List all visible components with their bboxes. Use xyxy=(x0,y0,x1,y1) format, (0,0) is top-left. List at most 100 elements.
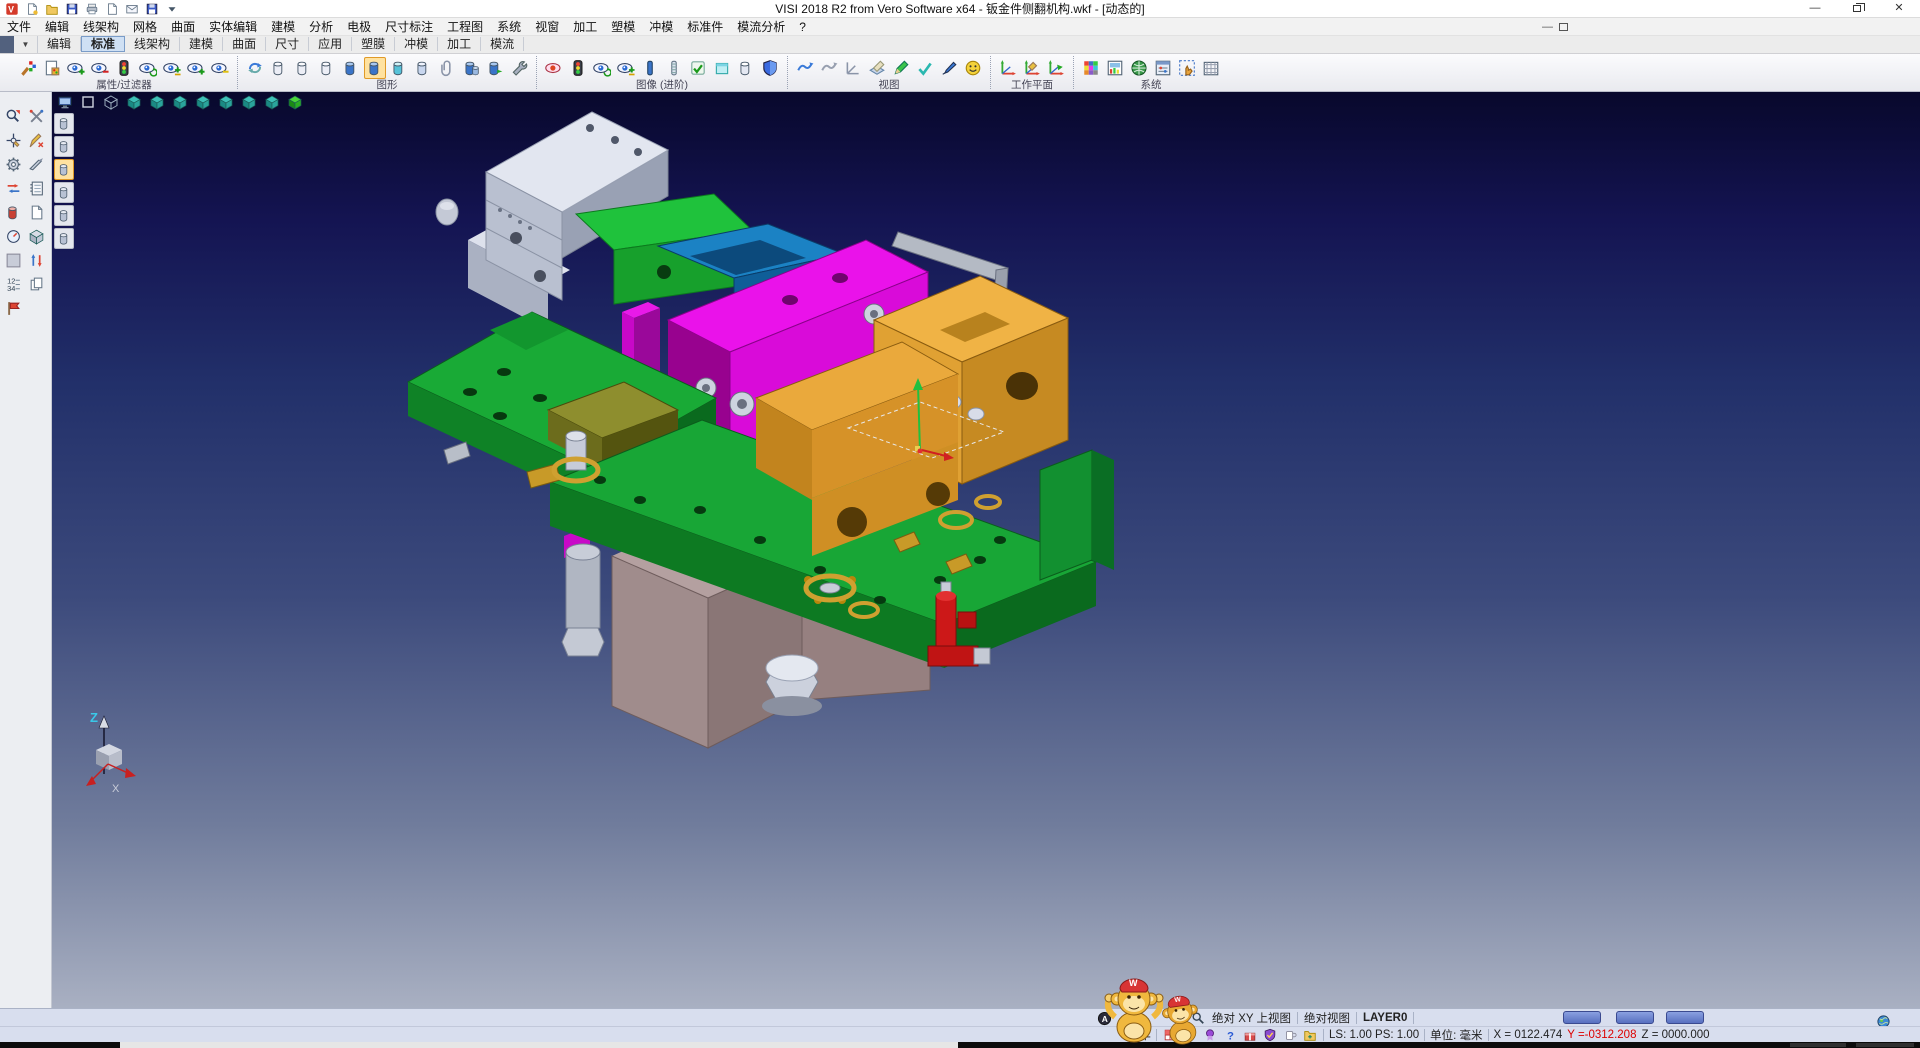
tab-尺寸[interactable]: 尺寸 xyxy=(266,37,309,51)
plane-ruler-icon[interactable] xyxy=(866,57,888,79)
arrows-ud-icon[interactable] xyxy=(26,250,47,271)
cylinder-outline-icon[interactable] xyxy=(268,57,290,79)
menu-item-电极[interactable]: 电极 xyxy=(340,18,378,36)
gauge-blue-icon[interactable] xyxy=(3,226,24,247)
paperclip-icon[interactable] xyxy=(436,57,458,79)
view-mode-label[interactable]: 绝对 XY 上视图 xyxy=(1212,1010,1291,1026)
restore-button[interactable] xyxy=(1836,0,1878,18)
eye-plus-icon[interactable] xyxy=(65,57,87,79)
triad-move-icon[interactable] xyxy=(1045,57,1067,79)
absolute-view-label[interactable]: 绝对视图 xyxy=(1304,1010,1350,1026)
tab-曲面[interactable]: 曲面 xyxy=(223,37,266,51)
color-palette-icon[interactable] xyxy=(1080,57,1102,79)
folder-plus-icon[interactable] xyxy=(1302,1027,1318,1043)
menu-item-冲模[interactable]: 冲模 xyxy=(642,18,680,36)
notebook-icon[interactable] xyxy=(26,178,47,199)
page-palette-icon[interactable] xyxy=(41,57,63,79)
cylinder-pair-icon[interactable] xyxy=(460,57,482,79)
box-cyan-icon[interactable] xyxy=(711,57,733,79)
tab-建模[interactable]: 建模 xyxy=(180,37,223,51)
menu-item-塑模[interactable]: 塑模 xyxy=(604,18,642,36)
desktop-pet-monkey-2[interactable]: W xyxy=(1152,990,1210,1048)
cube-teal-icon[interactable] xyxy=(192,93,213,111)
app-logo-icon[interactable]: V xyxy=(4,1,20,17)
disk-save-icon[interactable] xyxy=(64,1,80,17)
menu-item-视窗[interactable]: 视窗 xyxy=(528,18,566,36)
copy-pages-icon[interactable] xyxy=(26,274,47,295)
menu-item-模流分析[interactable]: 模流分析 xyxy=(730,18,792,36)
axes-gray-icon[interactable] xyxy=(842,57,864,79)
refresh-blue-icon[interactable] xyxy=(244,57,266,79)
mug-white-icon[interactable] xyxy=(1282,1027,1298,1043)
wave-gray-icon[interactable] xyxy=(818,57,840,79)
cube-teal-icon[interactable] xyxy=(238,93,259,111)
taskbar-window-strip[interactable] xyxy=(120,1042,958,1048)
cube-teal-icon[interactable] xyxy=(169,93,190,111)
eye-refresh-icon[interactable] xyxy=(137,57,159,79)
eye-plus-icon[interactable] xyxy=(185,57,207,79)
magnifier-arrow-icon[interactable] xyxy=(3,106,24,127)
image-chart-icon[interactable] xyxy=(1104,57,1126,79)
taskbar-tray-segment[interactable] xyxy=(1790,1043,1846,1047)
cube-wire-icon[interactable] xyxy=(100,93,121,111)
menu-item-建模[interactable]: 建模 xyxy=(264,18,302,36)
crosshair-pencil-icon[interactable] xyxy=(3,130,24,151)
cylinder-outline-icon[interactable] xyxy=(292,57,314,79)
cad-model-3d[interactable]: Z X xyxy=(52,92,1920,1008)
cube-teal-icon[interactable] xyxy=(261,93,282,111)
traffic-light-icon[interactable] xyxy=(113,57,135,79)
cube-teal-icon[interactable] xyxy=(146,93,167,111)
palette-brush-icon[interactable] xyxy=(17,57,39,79)
tab-标准[interactable]: 标准 xyxy=(81,36,125,52)
tab-塑膜[interactable]: 塑膜 xyxy=(352,37,395,51)
cylinder-cyan-icon[interactable] xyxy=(388,57,410,79)
cylinder-export-icon[interactable] xyxy=(484,57,506,79)
page-white-icon[interactable] xyxy=(104,1,120,17)
box-gray-icon[interactable] xyxy=(26,226,47,247)
status-blue-button-2[interactable] xyxy=(1616,1011,1654,1024)
menu-item-系统[interactable]: 系统 xyxy=(490,18,528,36)
cylinder-white-icon[interactable] xyxy=(735,57,757,79)
printer-icon[interactable] xyxy=(84,1,100,17)
menu-item-尺寸标注[interactable]: 尺寸标注 xyxy=(378,18,440,36)
wave-blue-icon[interactable] xyxy=(794,57,816,79)
tab-dropdown[interactable]: ▼ xyxy=(14,36,38,53)
eye-refresh-icon[interactable] xyxy=(591,57,613,79)
mesh-grid-icon[interactable] xyxy=(1200,57,1222,79)
smiley-icon[interactable] xyxy=(962,57,984,79)
tab-应用[interactable]: 应用 xyxy=(309,37,352,51)
menu-item-加工[interactable]: 加工 xyxy=(566,18,604,36)
square-outline-icon[interactable] xyxy=(77,93,98,111)
pencil-green-icon[interactable] xyxy=(890,57,912,79)
minimize-button[interactable]: — xyxy=(1794,0,1836,18)
flip-arrows-icon[interactable] xyxy=(3,178,24,199)
eye-red-icon[interactable] xyxy=(543,57,565,79)
shield-purple-icon[interactable] xyxy=(1262,1027,1278,1043)
eye-plusminus-icon[interactable] xyxy=(161,57,183,79)
cylinder-outline-icon[interactable] xyxy=(316,57,338,79)
close-button[interactable]: ✕ xyxy=(1878,0,1920,18)
cylinder-blue-icon[interactable] xyxy=(340,57,362,79)
status-blue-button-3[interactable] xyxy=(1666,1011,1704,1024)
tab-编辑[interactable]: 编辑 xyxy=(38,37,81,51)
knife-icon[interactable] xyxy=(26,154,47,175)
tab-线架构[interactable]: 线架构 xyxy=(125,37,180,51)
num-list-icon[interactable]: 1234 xyxy=(3,274,24,295)
shield-blue-icon[interactable] xyxy=(759,57,781,79)
menu-item-标准件[interactable]: 标准件 xyxy=(680,18,730,36)
layer-cyl-icon[interactable] xyxy=(54,159,74,180)
layer-cyl-icon[interactable] xyxy=(54,136,74,157)
flag-layers-icon[interactable] xyxy=(3,298,24,319)
layer-cyl-icon[interactable] xyxy=(54,228,74,249)
settings-panel-icon[interactable] xyxy=(1152,57,1174,79)
layer-cyl-icon[interactable] xyxy=(54,205,74,226)
cube-teal-icon[interactable] xyxy=(215,93,236,111)
cube-teal-icon[interactable] xyxy=(123,93,144,111)
question-blue-icon[interactable]: ? xyxy=(1222,1027,1238,1043)
wrench-icon[interactable] xyxy=(508,57,530,79)
pencil-x-icon[interactable] xyxy=(26,130,47,151)
menu-item-曲面[interactable]: 曲面 xyxy=(164,18,202,36)
layer-cyl-icon[interactable] xyxy=(54,182,74,203)
cube-green-icon[interactable] xyxy=(284,93,305,111)
hand-select-icon[interactable] xyxy=(1176,57,1198,79)
